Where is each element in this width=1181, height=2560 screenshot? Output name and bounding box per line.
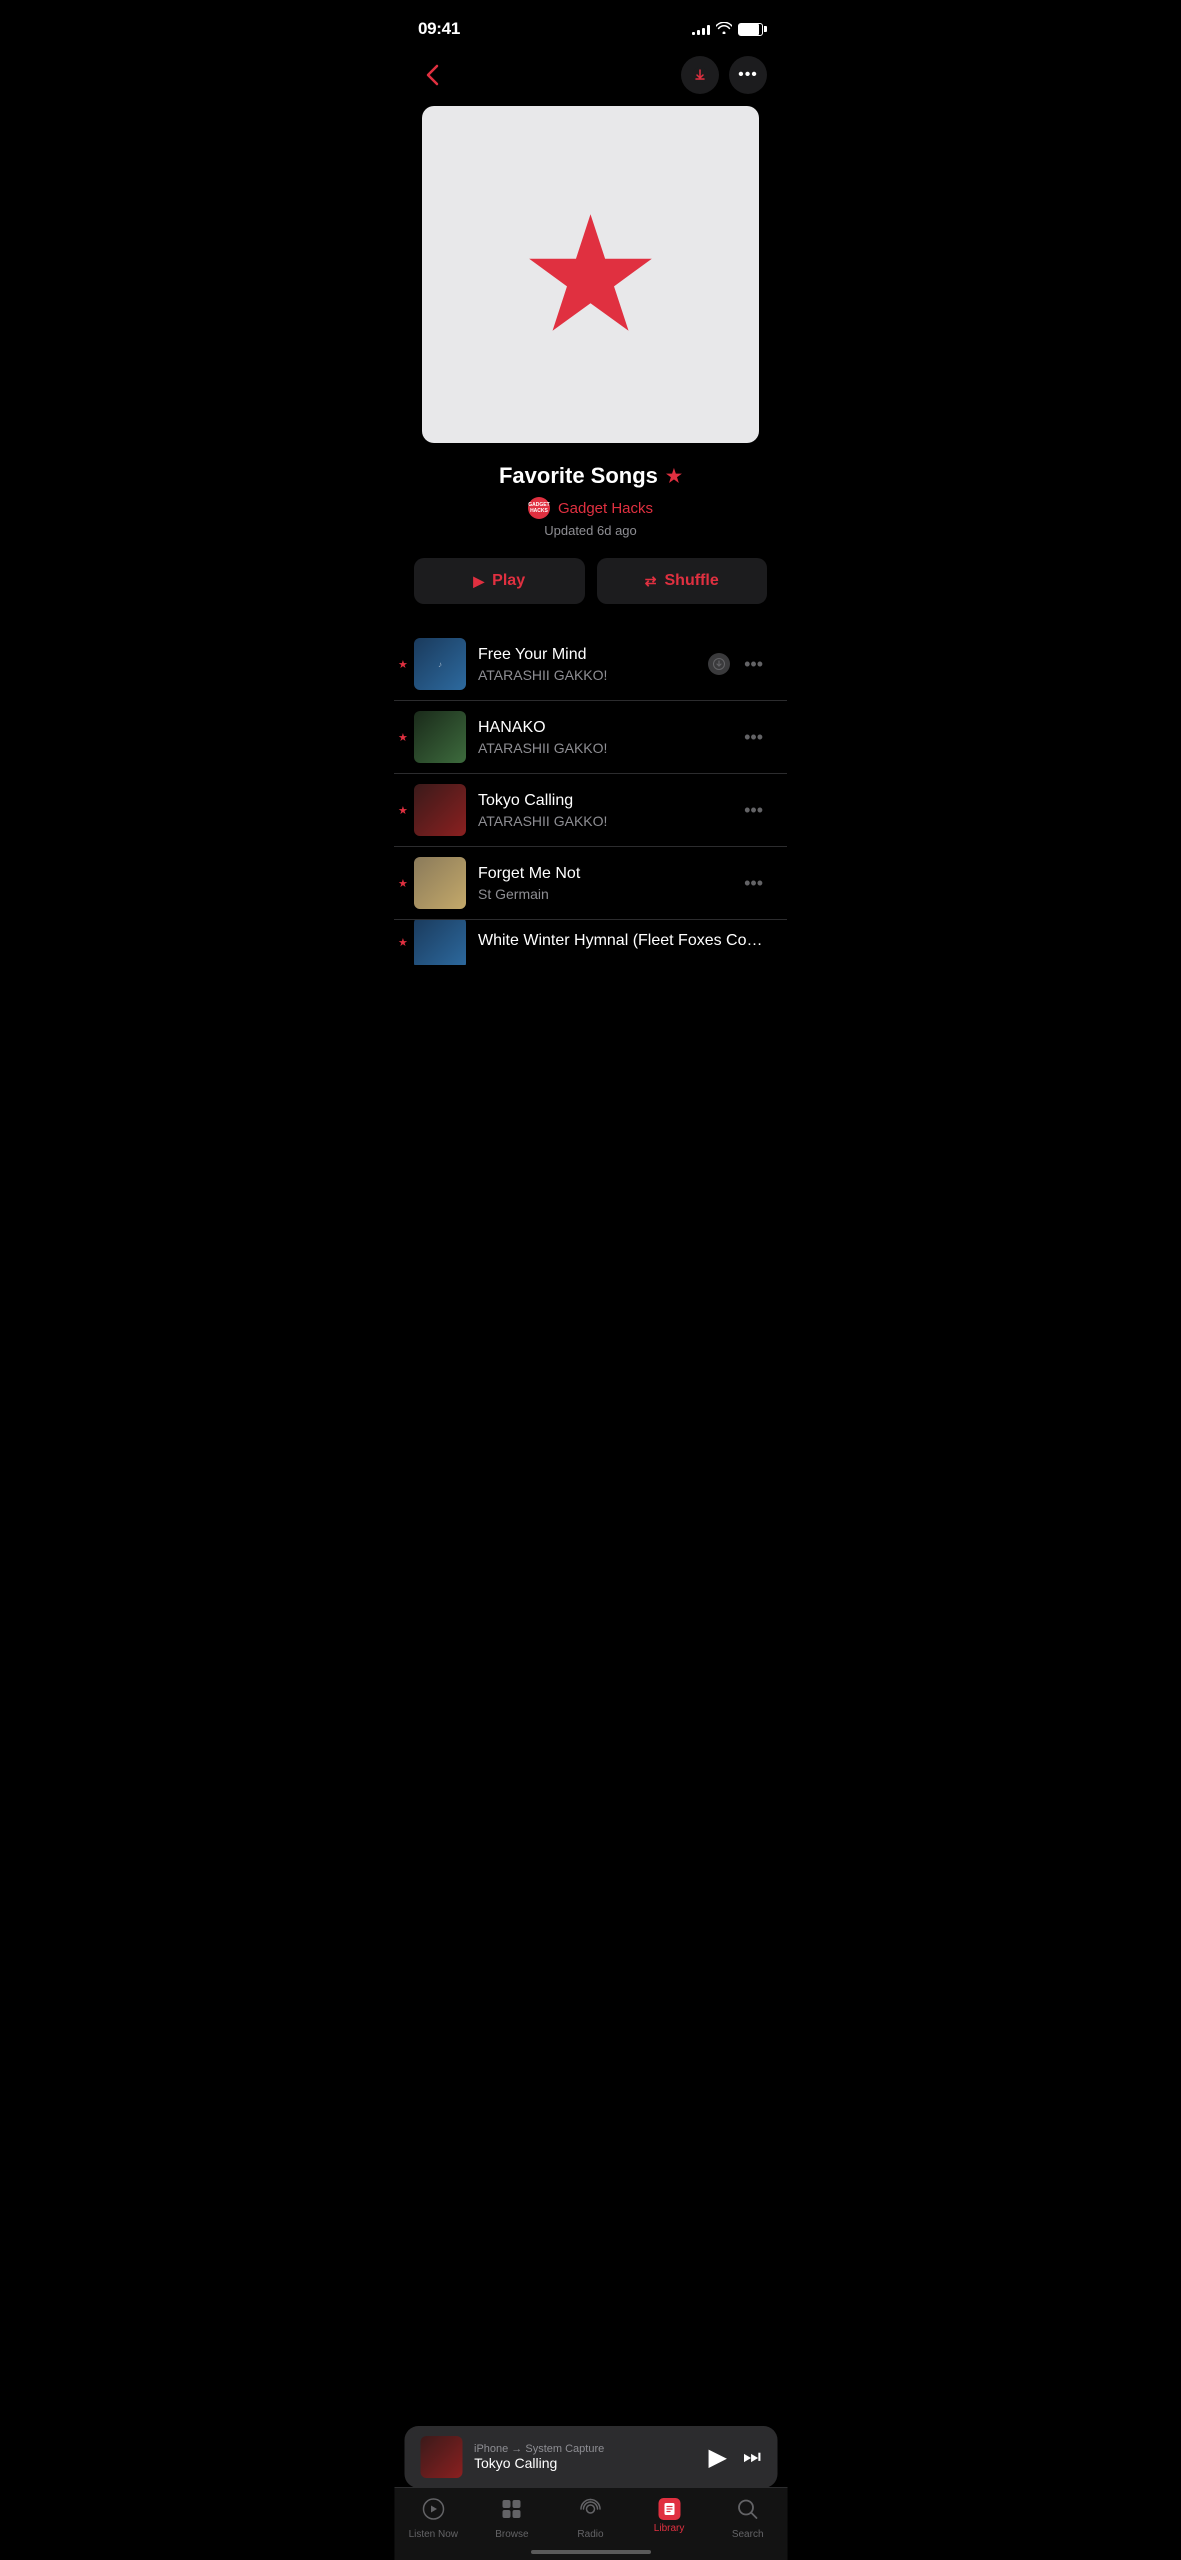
track-download-icon[interactable] xyxy=(708,653,730,675)
track-title: HANAKO xyxy=(478,719,728,737)
track-artist: ATARASHII GAKKO! xyxy=(478,667,696,683)
track-more-button[interactable]: ••• xyxy=(740,723,767,752)
track-item[interactable]: ★ Tokyo Calling ATARASHII GAKKO! ••• xyxy=(394,774,787,847)
track-thumbnail xyxy=(414,857,466,909)
track-actions: ••• xyxy=(740,869,767,898)
track-item[interactable]: ★ HANAKO ATARASHII GAKKO! ••• xyxy=(394,701,787,774)
tab-library-label: Library xyxy=(654,2523,685,2534)
track-info: HANAKO ATARASHII GAKKO! xyxy=(478,719,728,756)
now-playing-play-button[interactable]: ▶ xyxy=(709,2443,727,2472)
nav-bar: ••• xyxy=(394,52,787,106)
track-item[interactable]: ★ White Winter Hymnal (Fleet Foxes Cover… xyxy=(394,920,787,965)
track-info: Forget Me Not St Germain xyxy=(478,865,728,902)
now-playing-thumbnail xyxy=(420,2436,462,2478)
now-playing-ff-button[interactable]: ⏭ xyxy=(743,2446,761,2469)
signal-icon xyxy=(692,23,710,35)
status-icons xyxy=(692,21,763,37)
track-item[interactable]: ★ Forget Me Not St Germain ••• xyxy=(394,847,787,920)
home-indicator xyxy=(531,2550,651,2554)
tab-library[interactable]: Library xyxy=(630,2498,709,2540)
track-star-icon: ★ xyxy=(398,877,408,890)
play-label: Play xyxy=(492,572,525,590)
track-star-icon: ★ xyxy=(398,658,408,671)
tab-browse[interactable]: Browse xyxy=(473,2498,552,2540)
play-icon: ▶ xyxy=(473,573,484,590)
shuffle-button[interactable]: ⇄ Shuffle xyxy=(597,558,768,604)
wifi-icon xyxy=(716,21,732,37)
track-more-button[interactable]: ••• xyxy=(740,650,767,679)
more-options-button[interactable]: ••• xyxy=(729,56,767,94)
play-button[interactable]: ▶ Play xyxy=(414,558,585,604)
track-title: Free Your Mind xyxy=(478,646,696,664)
track-more-button[interactable]: ••• xyxy=(740,796,767,825)
track-star-icon: ★ xyxy=(398,731,408,744)
now-playing-title: Tokyo Calling xyxy=(474,2455,697,2471)
track-actions: ••• xyxy=(708,650,767,679)
updated-text: Updated 6d ago xyxy=(414,523,767,538)
tab-radio-label: Radio xyxy=(577,2529,603,2540)
favorite-star-icon: ★ xyxy=(666,466,682,487)
nav-actions: ••• xyxy=(681,56,767,94)
library-icon xyxy=(658,2498,680,2520)
track-title: Tokyo Calling xyxy=(478,792,728,810)
author-name[interactable]: Gadget Hacks xyxy=(558,500,653,517)
track-star-icon: ★ xyxy=(398,936,408,949)
star-art: ★ xyxy=(519,195,662,355)
tab-listen-now[interactable]: Listen Now xyxy=(394,2498,473,2540)
radio-icon xyxy=(579,2498,601,2526)
playlist-title: Favorite Songs ★ xyxy=(414,463,767,489)
track-actions: ••• xyxy=(740,723,767,752)
track-list: ★ ♪ Free Your Mind ATARASHII GAKKO! ••• … xyxy=(394,628,787,965)
action-buttons: ▶ Play ⇄ Shuffle xyxy=(394,558,787,628)
tab-search[interactable]: Search xyxy=(708,2498,787,2540)
track-artist: ATARASHII GAKKO! xyxy=(478,740,728,756)
track-more-button[interactable]: ••• xyxy=(740,869,767,898)
status-time: 09:41 xyxy=(418,19,460,39)
tab-radio[interactable]: Radio xyxy=(551,2498,630,2540)
now-playing-bar[interactable]: iPhone → System Capture Tokyo Calling ▶ … xyxy=(404,2426,777,2488)
track-thumbnail xyxy=(414,920,466,965)
playlist-info: Favorite Songs ★ GADGETHACKS Gadget Hack… xyxy=(394,463,787,558)
download-button[interactable] xyxy=(681,56,719,94)
track-title: Forget Me Not xyxy=(478,865,728,883)
tab-listen-now-label: Listen Now xyxy=(409,2529,458,2540)
track-thumbnail xyxy=(414,784,466,836)
battery-icon xyxy=(738,23,763,36)
shuffle-label: Shuffle xyxy=(665,572,719,590)
track-artist: ATARASHII GAKKO! xyxy=(478,813,728,829)
tab-browse-label: Browse xyxy=(495,2529,528,2540)
track-thumbnail xyxy=(414,711,466,763)
author-avatar: GADGETHACKS xyxy=(528,497,550,519)
back-button[interactable] xyxy=(414,57,450,93)
now-playing-info: iPhone → System Capture Tokyo Calling xyxy=(474,2443,697,2471)
track-star-icon: ★ xyxy=(398,804,408,817)
browse-icon xyxy=(501,2498,523,2526)
now-playing-controls: ▶ ⏭ xyxy=(709,2443,761,2472)
track-title: White Winter Hymnal (Fleet Foxes Cover) xyxy=(478,932,767,950)
album-art: ★ xyxy=(422,106,759,443)
tab-search-label: Search xyxy=(732,2529,764,2540)
track-info: Tokyo Calling ATARASHII GAKKO! xyxy=(478,792,728,829)
track-info: White Winter Hymnal (Fleet Foxes Cover) xyxy=(478,932,767,953)
playlist-author: GADGETHACKS Gadget Hacks xyxy=(414,497,767,519)
search-icon xyxy=(737,2498,759,2526)
now-playing-source: iPhone → System Capture xyxy=(474,2443,697,2455)
shuffle-icon: ⇄ xyxy=(645,573,657,590)
track-info: Free Your Mind ATARASHII GAKKO! xyxy=(478,646,696,683)
track-artist: St Germain xyxy=(478,886,728,902)
track-thumbnail: ♪ xyxy=(414,638,466,690)
track-item[interactable]: ★ ♪ Free Your Mind ATARASHII GAKKO! ••• xyxy=(394,628,787,701)
album-art-container: ★ xyxy=(394,106,787,443)
track-actions: ••• xyxy=(740,796,767,825)
status-bar: 09:41 xyxy=(394,0,787,52)
listen-now-icon xyxy=(422,2498,444,2526)
